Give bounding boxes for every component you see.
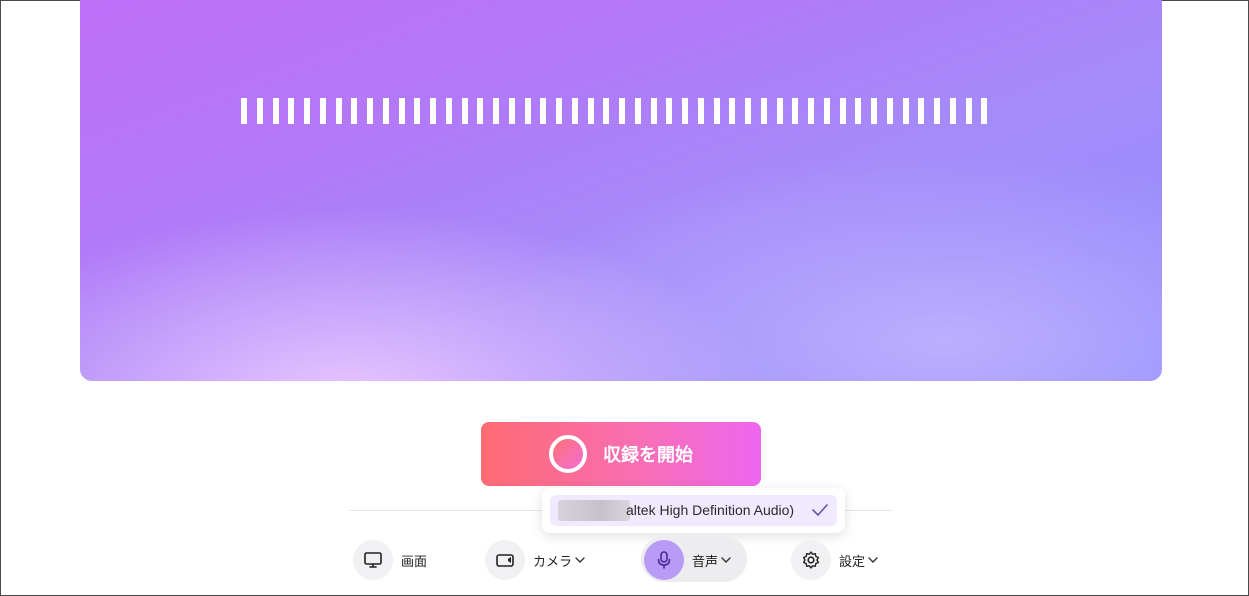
audio-level-bar <box>445 98 452 124</box>
audio-device-option[interactable]: altek High Definition Audio) <box>550 495 837 526</box>
audio-level-bar <box>619 98 625 124</box>
audio-level-bar <box>650 98 657 124</box>
audio-level-bar <box>477 98 484 124</box>
microphone-icon <box>644 540 684 580</box>
audio-level-bar <box>319 98 326 124</box>
audio-level-bar <box>981 98 988 124</box>
record-icon <box>549 435 587 473</box>
audio-level-bar <box>272 98 279 124</box>
audio-preview-panel <box>80 0 1162 381</box>
audio-level-bar <box>414 98 421 124</box>
toolbar-settings[interactable]: 設定 <box>791 539 878 581</box>
audio-level-bar <box>351 98 358 124</box>
audio-level-bar <box>871 98 877 124</box>
audio-level-bar <box>493 98 499 124</box>
toolbar-camera[interactable]: カメラ <box>485 539 585 581</box>
audio-level-bar <box>855 98 862 124</box>
checkmark-icon <box>812 504 828 516</box>
audio-level-meter <box>241 98 988 124</box>
audio-level-bar <box>713 98 720 124</box>
chevron-down-icon <box>575 557 585 563</box>
audio-level-bar <box>965 98 972 124</box>
toolbar-settings-label: 設定 <box>839 554 866 570</box>
audio-level-bar <box>587 98 594 124</box>
monitor-icon <box>353 540 393 580</box>
toolbar-screen[interactable]: 画面 <box>353 539 427 581</box>
audio-level-bar <box>949 98 956 124</box>
redacted-device-name <box>558 500 630 521</box>
audio-level-bar <box>729 98 736 124</box>
audio-level-bar <box>540 98 547 124</box>
audio-level-bar <box>398 98 405 124</box>
gear-icon <box>791 540 831 580</box>
audio-level-bar <box>571 98 578 124</box>
audio-level-bar <box>256 98 263 124</box>
audio-level-bar <box>430 98 436 124</box>
audio-level-bar <box>666 98 673 124</box>
audio-level-bar <box>288 98 295 124</box>
chevron-down-icon <box>721 557 731 563</box>
audio-level-bar <box>902 98 909 124</box>
start-recording-label: 収録を開始 <box>603 445 693 466</box>
audio-device-dropdown: altek High Definition Audio) <box>542 488 845 533</box>
audio-level-bar <box>697 98 704 124</box>
audio-level-bar <box>304 98 310 124</box>
audio-level-bar <box>382 98 389 124</box>
audio-level-bar <box>886 98 893 124</box>
audio-level-bar <box>556 98 562 124</box>
audio-level-bar <box>745 98 751 124</box>
toolbar-screen-label: 画面 <box>401 554 428 570</box>
audio-level-bar <box>918 98 925 124</box>
audio-level-bar <box>241 98 247 124</box>
audio-level-bar <box>682 98 688 124</box>
chevron-down-icon <box>868 557 878 563</box>
audio-level-bar <box>508 98 515 124</box>
audio-level-bar <box>823 98 830 124</box>
toolbar-audio[interactable]: 音声 <box>644 539 731 581</box>
audio-level-bar <box>461 98 468 124</box>
audio-level-bar <box>934 98 940 124</box>
audio-level-bar <box>335 98 342 124</box>
audio-level-bar <box>634 98 641 124</box>
audio-level-bar <box>367 98 373 124</box>
audio-level-bar <box>776 98 783 124</box>
toolbar-camera-label: カメラ <box>533 554 573 570</box>
audio-device-option-label: altek High Definition Audio) <box>626 502 795 518</box>
audio-level-bar <box>524 98 531 124</box>
camera-icon <box>485 540 525 580</box>
audio-level-bar <box>792 98 799 124</box>
toolbar-audio-label: 音声 <box>692 554 719 570</box>
start-recording-button[interactable]: 収録を開始 <box>481 422 761 486</box>
audio-level-bar <box>839 98 846 124</box>
audio-level-bar <box>808 98 814 124</box>
audio-level-bar <box>760 98 767 124</box>
audio-level-bar <box>603 98 610 124</box>
